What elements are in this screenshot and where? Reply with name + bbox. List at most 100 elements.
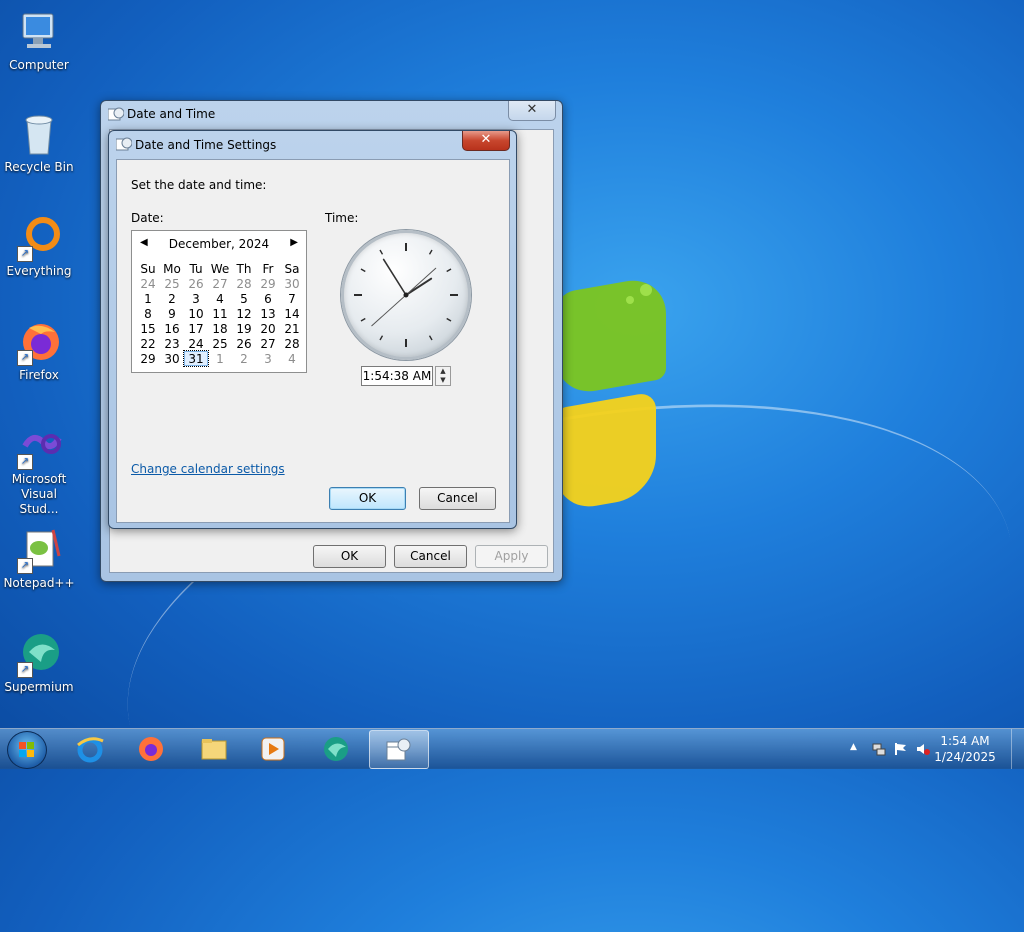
- clock-second-hand: [371, 267, 437, 327]
- desktop-icon-recycle-bin[interactable]: Recycle Bin: [2, 110, 76, 175]
- tray-overflow-arrow[interactable]: ▲: [850, 742, 857, 752]
- clock-minute-hand: [382, 258, 407, 296]
- calendar-day[interactable]: 4: [280, 351, 304, 366]
- desktop-icon-supermium[interactable]: ↗ Supermium: [2, 630, 76, 695]
- calendar-day[interactable]: 3: [256, 351, 280, 366]
- calendar-month-title[interactable]: December, 2024: [132, 237, 306, 251]
- calendar-day[interactable]: 15: [136, 321, 160, 336]
- calendar-day[interactable]: 25: [160, 276, 184, 291]
- calendar-day[interactable]: 30: [160, 351, 184, 366]
- calendar-day[interactable]: 4: [208, 291, 232, 306]
- calendar-day[interactable]: 2: [232, 351, 256, 366]
- time-input[interactable]: 1:54:38 AM: [361, 366, 433, 386]
- dialog-ok-button[interactable]: OK: [329, 487, 406, 510]
- calendar-day[interactable]: 10: [184, 306, 208, 321]
- calendar-day[interactable]: 7: [280, 291, 304, 306]
- desktop-icon-everything[interactable]: ↗ Everything: [2, 214, 76, 279]
- calendar-day[interactable]: 26: [232, 336, 256, 351]
- calendar-week: 1234567: [136, 291, 304, 306]
- volume-muted-icon[interactable]: [916, 742, 930, 756]
- taskbar-date-time-settings[interactable]: [369, 730, 429, 769]
- calendar-day[interactable]: 3: [184, 291, 208, 306]
- outer-apply-button[interactable]: Apply: [475, 545, 548, 568]
- taskbar-date: 1/24/2025: [934, 750, 996, 764]
- calendar-day[interactable]: 8: [136, 306, 160, 321]
- calendar-day[interactable]: 12: [232, 306, 256, 321]
- calendar-week: 8 9 10 11 12 13 14: [136, 306, 304, 321]
- date-label: Date:: [131, 211, 164, 225]
- calendar-day[interactable]: 22: [136, 336, 160, 351]
- calendar-day[interactable]: 29: [136, 351, 160, 366]
- start-button[interactable]: [7, 731, 47, 769]
- clock-tick: [446, 317, 452, 322]
- calendar-day[interactable]: 24: [184, 336, 208, 351]
- weekday-header: We: [210, 261, 230, 276]
- network-icon[interactable]: [872, 742, 886, 756]
- calendar-day[interactable]: 11: [208, 306, 232, 321]
- calendar-day[interactable]: 16: [160, 321, 184, 336]
- calendar-day[interactable]: 29: [256, 276, 280, 291]
- calendar-day[interactable]: 19: [232, 321, 256, 336]
- clock-calendar-icon: [115, 137, 133, 151]
- calendar-day[interactable]: 28: [232, 276, 256, 291]
- calendar-day[interactable]: 20: [256, 321, 280, 336]
- weekday-header: Su: [140, 261, 156, 276]
- calendar-day[interactable]: 6: [256, 291, 280, 306]
- change-calendar-settings-link[interactable]: Change calendar settings: [131, 462, 285, 476]
- folder-icon: [200, 735, 228, 763]
- outer-cancel-button[interactable]: Cancel: [394, 545, 467, 568]
- calendar-day[interactable]: 14: [280, 306, 304, 321]
- action-center-flag-icon[interactable]: [894, 742, 908, 756]
- shortcut-arrow-icon: ↗: [17, 246, 33, 262]
- taskbar-file-explorer[interactable]: [186, 730, 242, 767]
- calendar-day[interactable]: 24: [136, 276, 160, 291]
- calendar-day[interactable]: 1: [136, 291, 160, 306]
- calendar-day[interactable]: 23: [160, 336, 184, 351]
- taskbar-clock[interactable]: 1:54 AM 1/24/2025: [930, 733, 1000, 765]
- taskbar-firefox[interactable]: [123, 730, 179, 767]
- taskbar-media-player[interactable]: [245, 730, 301, 767]
- desktop-icon-visual-studio[interactable]: ↗ Microsoft Visual Stud...: [2, 422, 76, 517]
- calendar-day[interactable]: 30: [280, 276, 304, 291]
- calendar-day[interactable]: 1: [208, 351, 232, 366]
- calendar-day[interactable]: 9: [160, 306, 184, 321]
- calendar-day[interactable]: 26: [184, 276, 208, 291]
- clock-calendar-icon: [107, 107, 125, 121]
- media-player-icon: [259, 735, 287, 763]
- calendar-day[interactable]: 18: [208, 321, 232, 336]
- clock-hour-hand: [405, 277, 433, 296]
- desktop-icon-computer[interactable]: Computer: [2, 8, 76, 73]
- calendar-day[interactable]: 27: [256, 336, 280, 351]
- calendar-day[interactable]: 2: [160, 291, 184, 306]
- next-month-button[interactable]: ▶: [290, 237, 298, 248]
- clock-tick: [428, 335, 433, 341]
- outer-close-button[interactable]: ✕: [508, 101, 556, 121]
- calendar: ◀ December, 2024 ▶ Su Mo Tu We Th Fr Sa 24 25 26 2…: [131, 230, 307, 373]
- calendar-day[interactable]: 17: [184, 321, 208, 336]
- taskbar-supermium[interactable]: [308, 730, 364, 767]
- calendar-day[interactable]: 21: [280, 321, 304, 336]
- calendar-day[interactable]: 25: [208, 336, 232, 351]
- desktop-icon-notepad-plus-plus[interactable]: ↗ Notepad++: [2, 526, 76, 591]
- dialog-cancel-button[interactable]: Cancel: [419, 487, 496, 510]
- desktop-icon-firefox[interactable]: ↗ Firefox: [2, 318, 76, 383]
- calendar-week: 29 30 31 1 2 3 4: [136, 350, 304, 367]
- date-and-time-settings-dialog: Date and Time Settings ✕ Set the date an…: [108, 130, 517, 529]
- clock-tick: [428, 249, 433, 255]
- calendar-day[interactable]: 31: [183, 350, 209, 367]
- time-spinner[interactable]: ▲ ▼: [435, 366, 451, 386]
- shortcut-arrow-icon: ↗: [17, 350, 33, 366]
- shortcut-arrow-icon: ↗: [17, 662, 33, 678]
- show-desktop-button[interactable]: [1011, 729, 1024, 769]
- supermium-icon: [322, 735, 350, 763]
- calendar-day[interactable]: 27: [208, 276, 232, 291]
- calendar-day[interactable]: 13: [256, 306, 280, 321]
- shortcut-arrow-icon: ↗: [17, 558, 33, 574]
- outer-ok-button[interactable]: OK: [313, 545, 386, 568]
- dialog-close-button[interactable]: ✕: [462, 131, 510, 151]
- taskbar-internet-explorer[interactable]: [62, 730, 118, 767]
- clock-tick: [446, 268, 452, 273]
- calendar-day[interactable]: 5: [232, 291, 256, 306]
- calendar-day[interactable]: 28: [280, 336, 304, 351]
- dialog-client: Set the date and time: Date: Time: ◀ Dec…: [116, 159, 510, 523]
